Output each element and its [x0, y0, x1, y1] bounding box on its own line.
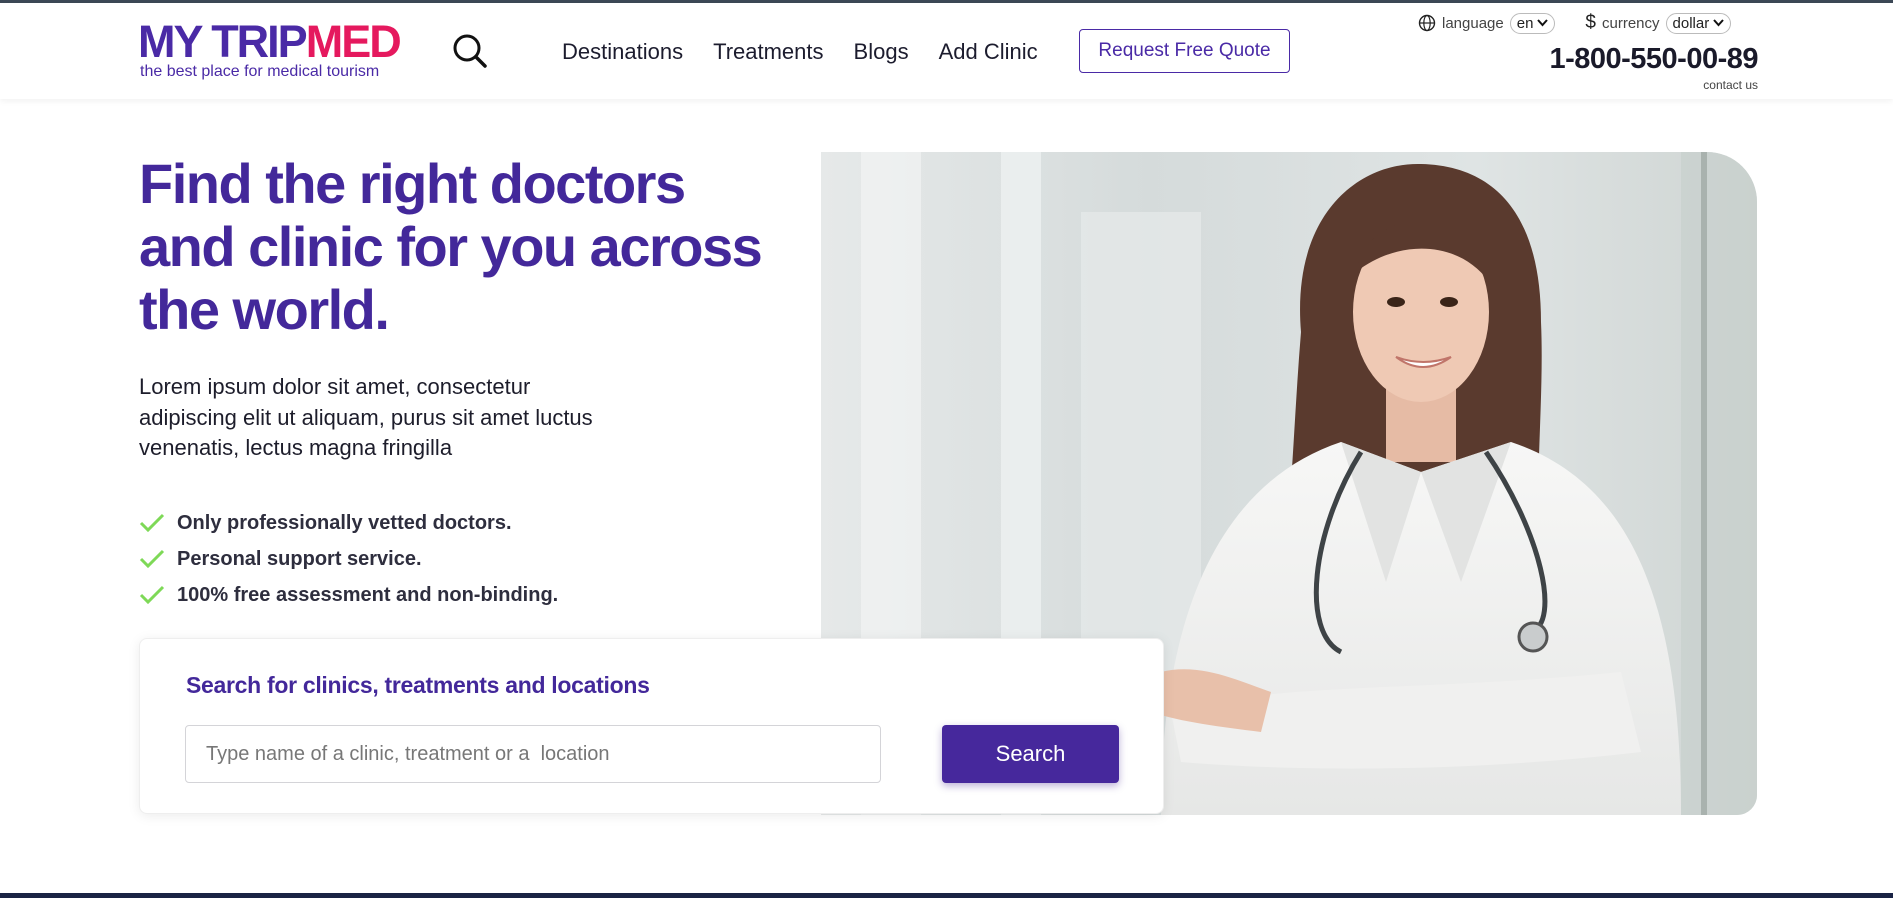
logo-tagline: the best place for medical tourism: [140, 63, 380, 80]
nav-add-clinic[interactable]: Add Clinic: [939, 39, 1038, 65]
main-nav: Destinations Treatments Blogs Add Clinic: [562, 39, 1038, 65]
chevron-down-icon: [1713, 19, 1724, 27]
chevron-down-icon: [1537, 19, 1549, 27]
language-value: en: [1516, 14, 1534, 32]
request-quote-button[interactable]: Request Free Quote: [1079, 29, 1290, 73]
dollar-icon: $: [1585, 12, 1596, 33]
nav-treatments[interactable]: Treatments: [713, 39, 823, 65]
search-icon[interactable]: [452, 33, 488, 69]
footer-edge: [0, 893, 1893, 898]
search-input[interactable]: [185, 725, 881, 783]
check-icon: [139, 549, 165, 569]
phone-number[interactable]: 1-800-550-00-89: [1549, 43, 1758, 76]
feature-text: Personal support service.: [177, 547, 422, 570]
language-select[interactable]: en: [1509, 12, 1556, 34]
currency-value: dollar: [1672, 14, 1710, 32]
feature-item: Personal support service.: [139, 541, 558, 577]
site-header: MY TRIPMED the best place for medical to…: [0, 3, 1893, 99]
logo-wordmark: MY TRIPMED: [138, 19, 402, 64]
hero-description: Lorem ipsum dolor sit amet, consectetur …: [139, 374, 593, 460]
currency-label: currency: [1602, 14, 1660, 32]
search-button[interactable]: Search: [942, 725, 1119, 783]
preferences: language en $ currency dollar: [1418, 12, 1732, 34]
feature-text: Only professionally vetted doctors.: [177, 511, 512, 534]
logo-part-1: MY TRIP: [138, 16, 308, 67]
feature-item: Only professionally vetted doctors.: [139, 505, 558, 541]
check-icon: [139, 585, 165, 605]
nav-destinations[interactable]: Destinations: [562, 39, 683, 65]
feature-item: 100% free assessment and non-binding.: [139, 577, 558, 613]
check-icon: [139, 513, 165, 533]
feature-text: 100% free assessment and non-binding.: [177, 583, 559, 606]
nav-blogs[interactable]: Blogs: [854, 39, 909, 65]
search-heading: Search for clinics, treatments and locat…: [186, 672, 650, 698]
feature-list: Only professionally vetted doctors. Pers…: [139, 505, 558, 613]
language-label: language: [1442, 14, 1504, 32]
hero-title: Find the right doctors and clinic for yo…: [139, 152, 763, 341]
search-card: Search for clinics, treatments and locat…: [139, 638, 1164, 814]
logo[interactable]: MY TRIPMED the best place for medical to…: [138, 19, 402, 81]
currency-select[interactable]: dollar: [1665, 12, 1732, 34]
contact-us-link[interactable]: contact us: [1703, 78, 1758, 92]
logo-part-2: MED: [305, 16, 402, 67]
globe-icon: [1418, 14, 1436, 32]
